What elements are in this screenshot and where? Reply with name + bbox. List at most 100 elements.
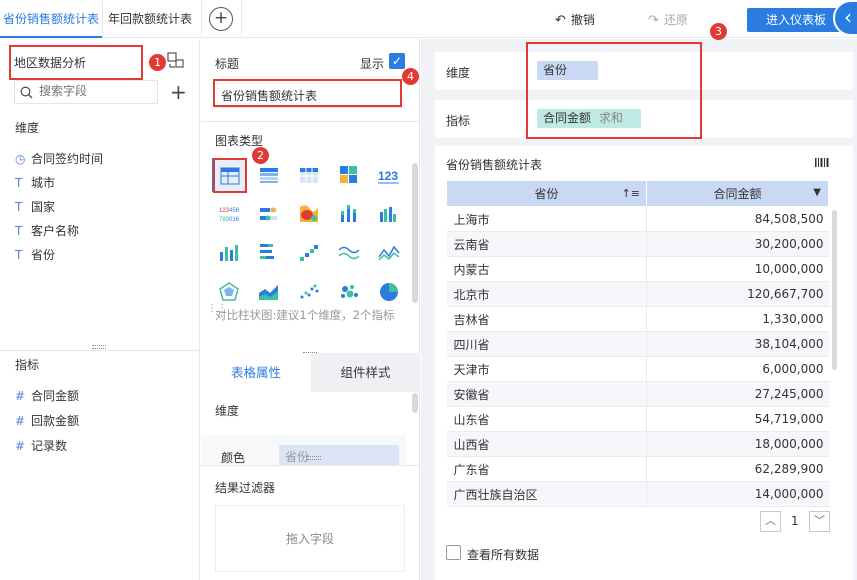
cell-amount: 27,245,000	[646, 381, 829, 407]
dimension-field-label: 城市	[31, 176, 56, 190]
tab-annual-payment[interactable]: 年回款额统计表	[108, 0, 192, 38]
check-icon: ✓	[391, 54, 403, 68]
chart-type-heatmap[interactable]	[292, 197, 326, 231]
grouped-bar-icon	[380, 207, 396, 222]
enter-dashboard-button[interactable]: 进入仪表板	[747, 8, 845, 32]
tab-province-sales[interactable]: 省份销售额统计表	[0, 0, 103, 38]
column-header-province[interactable]: 省份 ↑≡	[446, 180, 647, 207]
tab-table-properties[interactable]: 表格属性	[201, 353, 311, 392]
measure-field-2[interactable]: # 记录数	[15, 437, 67, 454]
chart-type-color-block[interactable]	[332, 158, 366, 192]
color-block-icon	[340, 166, 357, 183]
table-row[interactable]: 安徽省 27,245,000	[446, 381, 829, 407]
undo-label: 撤销	[570, 13, 595, 27]
column-header-amount[interactable]: 合同金额 ▼	[646, 180, 829, 207]
next-page-button[interactable]: ﹀	[809, 511, 830, 532]
measure-field-1[interactable]: # 回款金额	[15, 412, 79, 429]
cell-province: 四川省	[446, 331, 647, 357]
view-all-checkbox[interactable]	[446, 545, 461, 560]
callout-box-1	[9, 45, 143, 80]
table-scrollbar[interactable]	[832, 210, 837, 370]
switch-dataset-icon[interactable]	[167, 52, 184, 69]
chart-type-horizontal-bar[interactable]	[252, 236, 286, 270]
tab-component-style[interactable]: 组件样式	[311, 353, 420, 392]
chart-type-wave-line[interactable]	[332, 236, 366, 270]
table-row[interactable]: 广西壮族自治区 14,000,000	[446, 481, 829, 507]
cell-amount: 84,508,500	[646, 206, 829, 232]
chart-type-grouped-bar[interactable]	[372, 197, 406, 231]
add-field-button[interactable]: +	[170, 80, 187, 104]
text-type-icon: T	[15, 248, 23, 262]
column-header-province-label: 省份	[534, 187, 559, 201]
cross-table-icon	[300, 168, 318, 183]
table-row[interactable]: 上海市 84,508,500	[446, 206, 829, 232]
filter-drop-zone[interactable]: 拖入字段	[215, 505, 405, 572]
show-title-checkbox[interactable]: ✓	[389, 53, 405, 69]
dimension-field-2[interactable]: T 国家	[15, 198, 55, 215]
add-tab-button[interactable]: +	[209, 7, 233, 31]
clock-icon: ◷	[15, 152, 26, 166]
chart-type-progress[interactable]	[252, 197, 286, 231]
table-row[interactable]: 北京市 120,667,700	[446, 281, 829, 307]
chart-type-bar-chart[interactable]	[212, 236, 246, 270]
caret-down-icon[interactable]: ▼	[813, 187, 821, 198]
chevron-down-icon: ﹀	[814, 514, 825, 527]
count-type-icon: #	[15, 439, 26, 453]
table-row[interactable]: 吉林省 1,330,000	[446, 306, 829, 332]
cell-province: 广西壮族自治区	[446, 481, 647, 507]
chart-type-kpi-number[interactable]: 123	[372, 158, 406, 192]
undo-button[interactable]: ↶ 撤销	[555, 11, 595, 28]
svg-text:456: 456	[229, 208, 240, 214]
search-input[interactable]	[39, 84, 149, 98]
svg-text:016: 016	[229, 217, 240, 223]
search-field[interactable]	[14, 80, 158, 104]
chart-type-step-bar[interactable]	[292, 236, 326, 270]
table-row[interactable]: 云南省 30,200,000	[446, 231, 829, 257]
dimension-field-label: 省份	[31, 248, 56, 262]
chart-type-multi-kpi[interactable]: 123 456 789 016	[212, 197, 246, 231]
radar-icon	[219, 282, 239, 301]
chart-type-scrollbar[interactable]	[412, 163, 418, 303]
dimension-field-1[interactable]: T 城市	[15, 174, 55, 191]
chart-type-stacked-bar[interactable]	[332, 197, 366, 231]
text-type-icon: T	[15, 224, 23, 238]
table-row[interactable]: 四川省 38,104,000	[446, 331, 829, 357]
resize-handle[interactable]	[307, 456, 321, 460]
redo-button[interactable]: ↷ 还原	[648, 11, 688, 28]
measure-field-0[interactable]: # 合同金额	[15, 387, 79, 404]
color-label: 颜色	[221, 451, 246, 465]
chart-type-cross-table[interactable]	[292, 158, 326, 192]
cell-province: 吉林省	[446, 306, 647, 332]
table-row[interactable]: 山东省 54,719,000	[446, 406, 829, 432]
color-field-pill[interactable]: 省份	[279, 445, 399, 465]
cell-amount: 54,719,000	[646, 406, 829, 432]
prev-page-button[interactable]: ︿	[760, 511, 781, 532]
cell-amount: 1,330,000	[646, 306, 829, 332]
properties-dimension-label: 维度	[215, 404, 240, 418]
plus-icon: +	[170, 80, 187, 104]
callout-box-4	[213, 79, 402, 107]
cell-province: 上海市	[446, 206, 647, 232]
chart-type-line-chart[interactable]	[372, 236, 406, 270]
config-panel: 标题 显示 ✓ 省份销售额统计表 图表类型 123 123 456 789 016 ⋮⋮…	[201, 39, 420, 580]
number-type-icon: #	[15, 389, 26, 403]
top-bar: 省份销售额统计表 年回款额统计表 + ↶ 撤销 ↷ 还原 进入仪表板 ‹	[0, 0, 857, 38]
table-row[interactable]: 山西省 18,000,000	[446, 431, 829, 457]
cell-province: 北京市	[446, 281, 647, 307]
dimension-field-4[interactable]: T 省份	[15, 246, 55, 263]
barcode-icon[interactable]	[815, 157, 829, 168]
sort-icon[interactable]: ↑≡	[622, 187, 640, 200]
properties-scrollbar[interactable]	[412, 393, 418, 413]
dimension-field-0[interactable]: ◷ 合同签约时间	[15, 150, 103, 167]
chart-type-pie-chart[interactable]	[372, 275, 406, 309]
chart-type-area-chart[interactable]	[252, 275, 286, 309]
table-row[interactable]: 内蒙古 10,000,000	[446, 256, 829, 282]
chart-type-scatter[interactable]	[292, 275, 326, 309]
resize-handle[interactable]	[92, 345, 106, 349]
chart-type-label: 图表类型	[215, 134, 264, 148]
table-row[interactable]: 天津市 6,000,000	[446, 356, 829, 382]
dimension-field-3[interactable]: T 客户名称	[15, 222, 79, 239]
table-row[interactable]: 广东省 62,289,900	[446, 456, 829, 482]
chart-type-bubble[interactable]	[332, 275, 366, 309]
view-all-label: 查看所有数据	[467, 548, 540, 562]
